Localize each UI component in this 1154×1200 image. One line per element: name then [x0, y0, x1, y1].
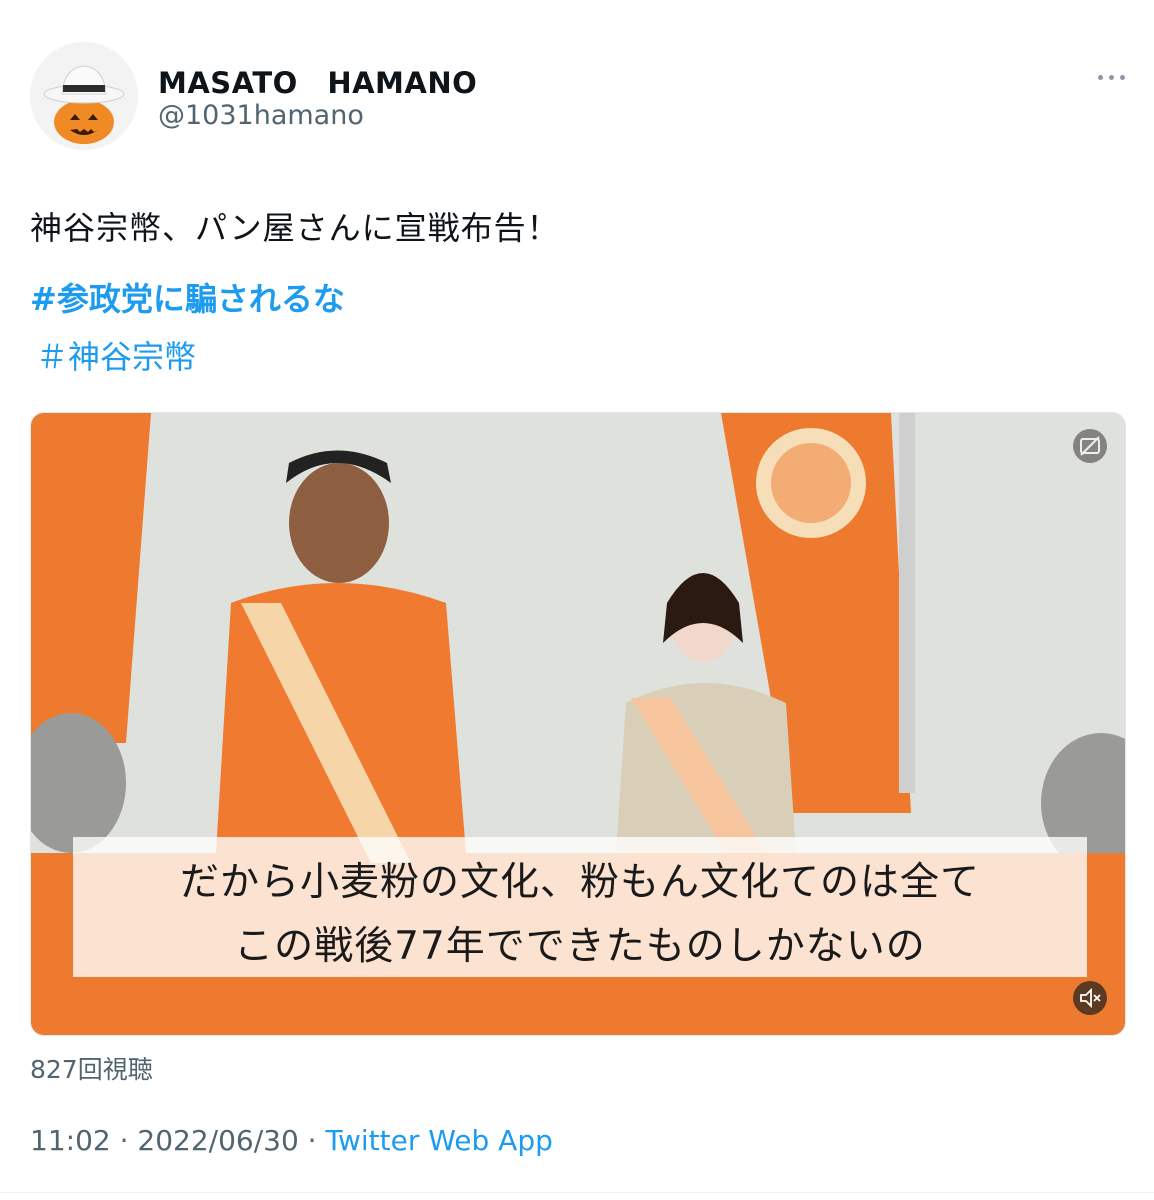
timestamp[interactable]: 11:02 · 2022/06/30 · [30, 1124, 325, 1157]
author-handle[interactable]: @1031hamano [158, 100, 364, 131]
view-count: 827回視聴 [30, 1055, 153, 1084]
captions-off-icon[interactable] [1073, 429, 1107, 463]
hashtag-link[interactable]: ＃神谷宗幣 [36, 332, 196, 378]
pumpkin-with-hat-icon [30, 42, 138, 150]
author-display-name[interactable]: MASATO HAMANO [158, 60, 477, 102]
tweet-meta: 11:02 · 2022/06/30 · Twitter Web App [30, 1124, 553, 1157]
hashtag-link[interactable]: #参政党に騙されるな [30, 274, 345, 320]
more-icon[interactable] [1096, 66, 1128, 90]
tweet-text: 神谷宗幣、パン屋さんに宣戦布告！ [30, 209, 560, 247]
video-caption: だから小麦粉の文化、粉もん文化てのは全て この戦後77年でできたものしかないの [73, 837, 1087, 977]
avatar[interactable] [30, 42, 138, 150]
video-player[interactable]: だから小麦粉の文化、粉もん文化てのは全て この戦後77年でできたものしかないの [30, 412, 1126, 1036]
caption-line: この戦後77年でできたものしかないの [234, 924, 926, 969]
caption-line: だから小麦粉の文化、粉もん文化てのは全て [179, 860, 980, 905]
divider [0, 1192, 1154, 1193]
muted-speaker-icon[interactable] [1073, 981, 1107, 1015]
source-app-link[interactable]: Twitter Web App [325, 1124, 552, 1157]
